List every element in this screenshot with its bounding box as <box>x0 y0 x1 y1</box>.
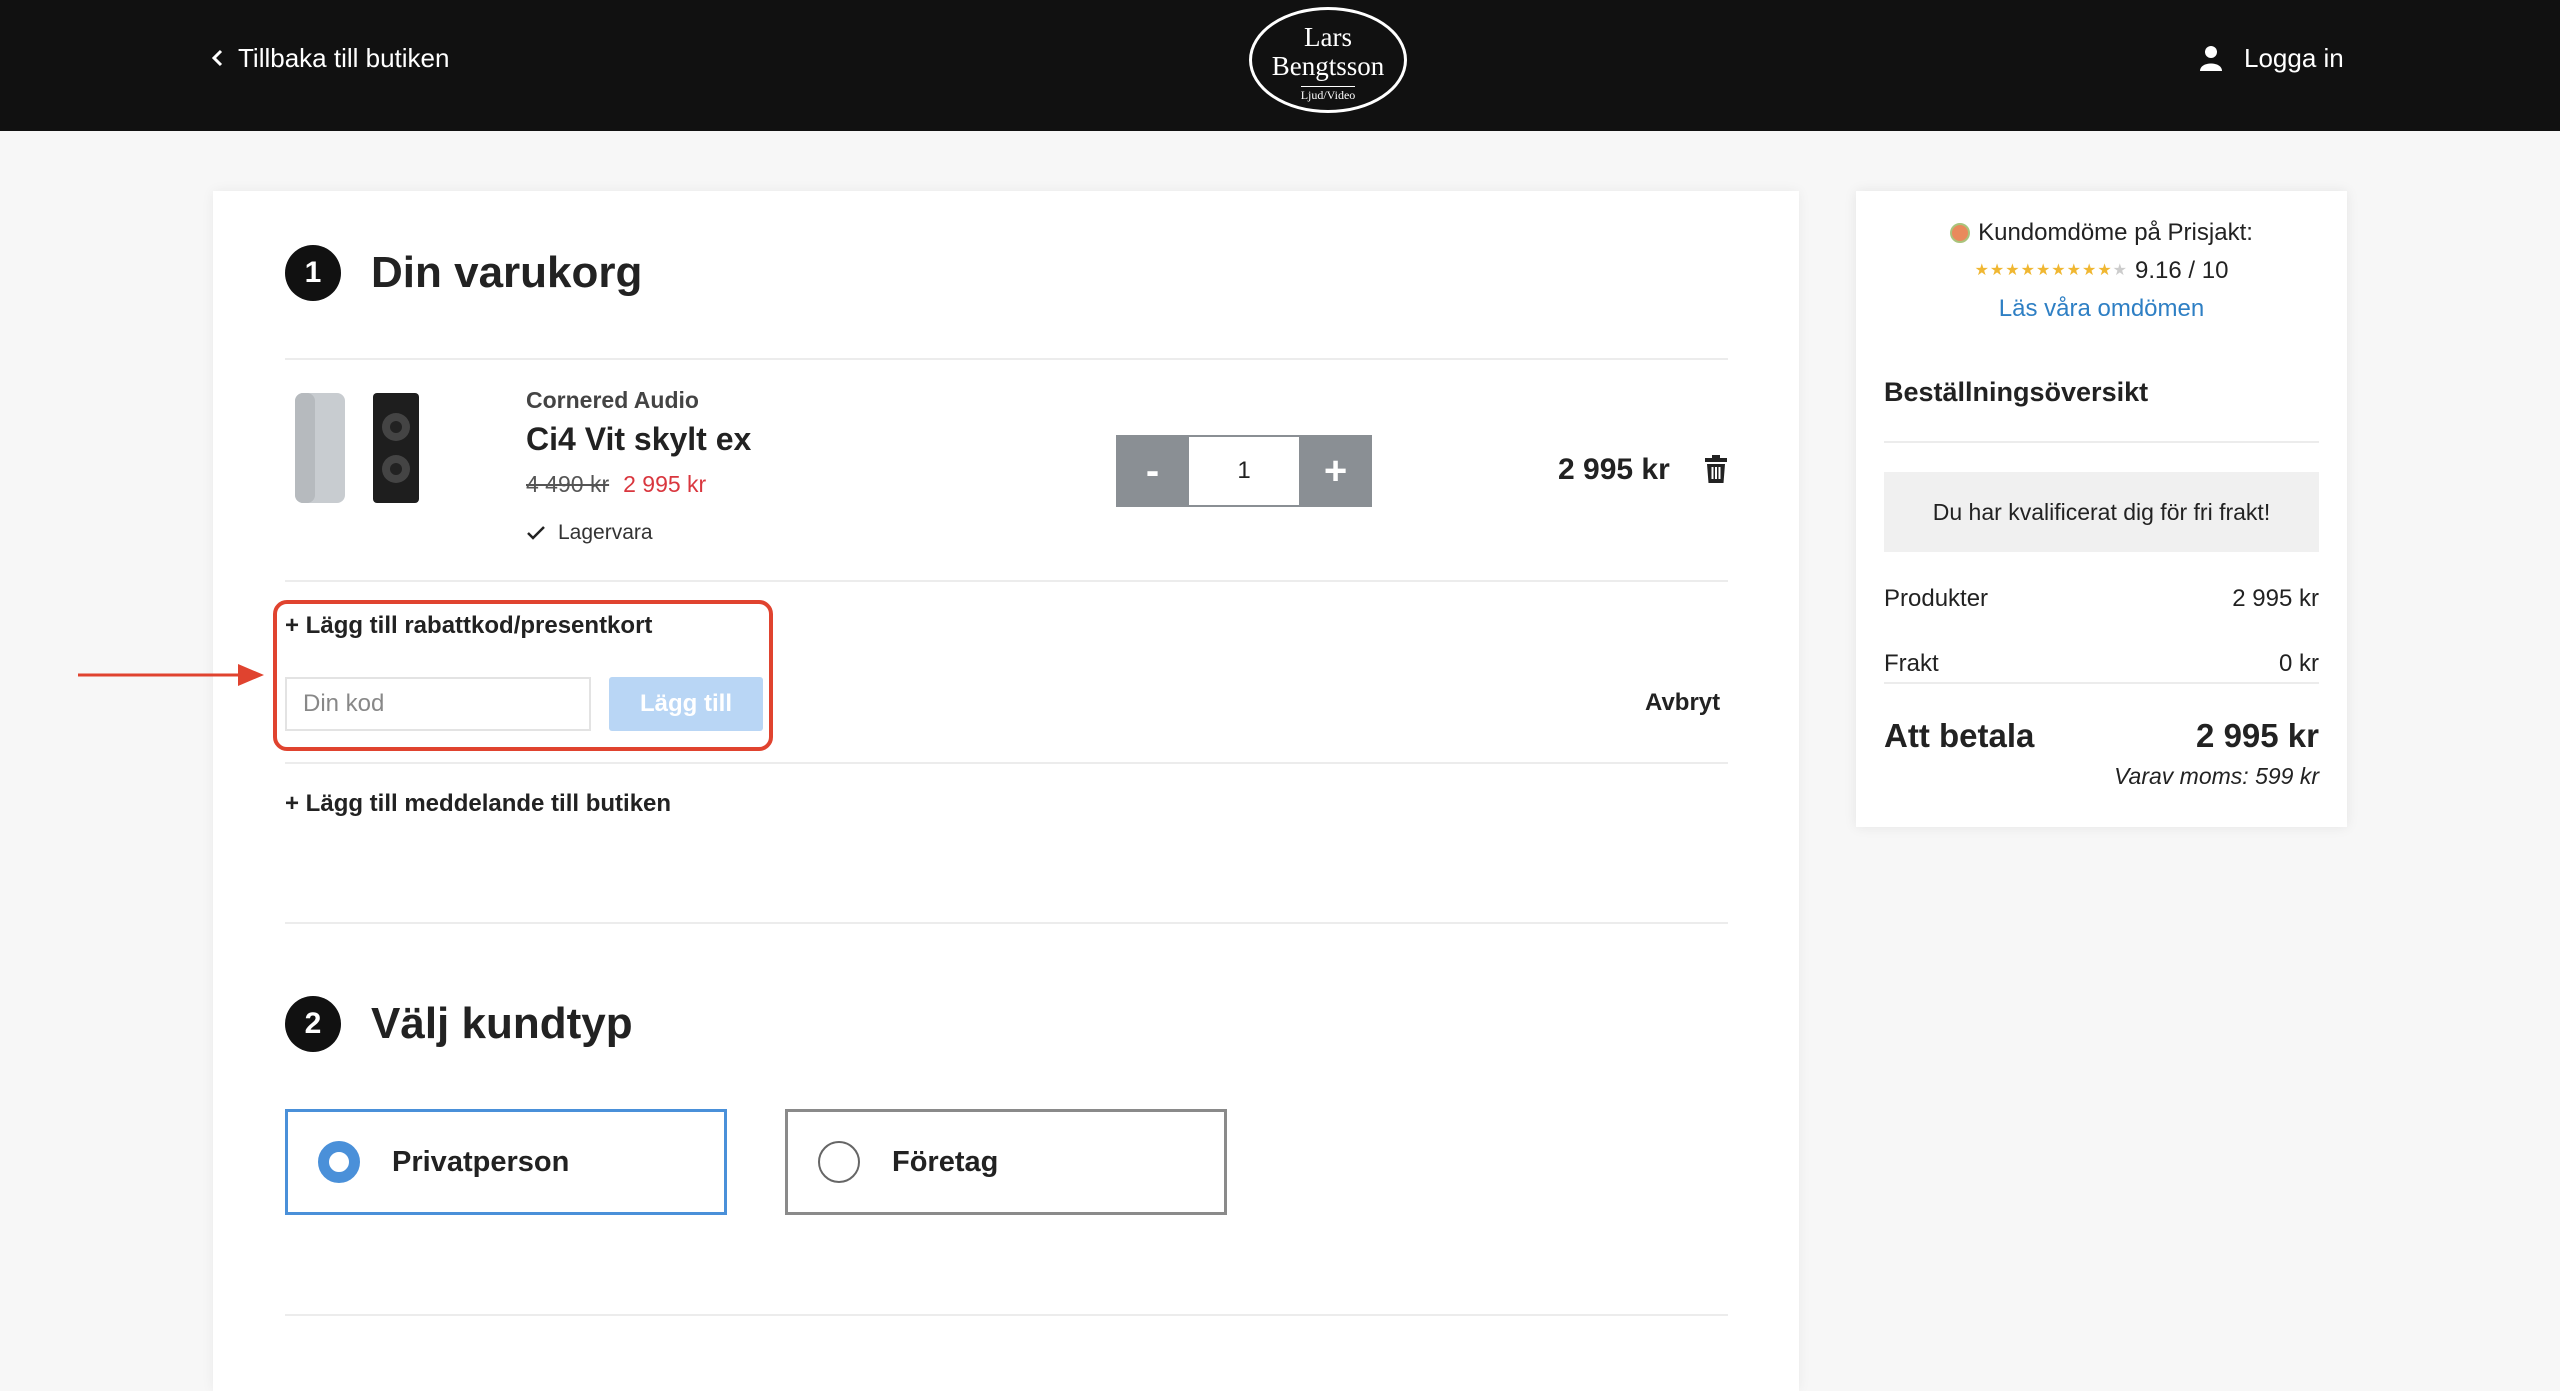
product-image <box>295 393 419 503</box>
quantity-input[interactable]: 1 <box>1189 435 1299 507</box>
read-reviews-link[interactable]: Läs våra omdömen <box>1856 295 2347 323</box>
apply-coupon-button[interactable]: Lägg till <box>609 677 763 731</box>
shipping-value: 0 kr <box>2278 650 2319 677</box>
star-icon: ★ <box>1989 262 2005 279</box>
step-number-badge: 2 <box>285 996 341 1052</box>
annotation-arrow-icon <box>78 664 264 686</box>
rating-stars-row: ★ ★ ★ ★ ★ ★ ★ ★ ★ ★ 9.16 / 10 <box>1856 257 2347 285</box>
total-row: Att betala 2 995 kr <box>1884 717 2319 755</box>
step-number-badge: 1 <box>285 245 341 301</box>
shipping-label: Frakt <box>1884 650 1939 677</box>
login-button[interactable]: Logga in <box>2200 38 2344 78</box>
stock-label: Lagervara <box>558 521 653 544</box>
rating-stars: ★ ★ ★ ★ ★ ★ ★ ★ ★ ★ <box>1975 263 2127 279</box>
total-label: Att betala <box>1884 717 2035 754</box>
star-icon: ★ <box>2097 262 2112 279</box>
prisjakt-rating-header: Kundomdöme på Prisjakt: <box>1856 219 2347 247</box>
customer-type-private-label: Privatperson <box>392 1145 570 1178</box>
divider <box>285 1314 1728 1316</box>
vat-note: Varav moms: 599 kr <box>2114 763 2319 789</box>
customer-type-company-label: Företag <box>892 1145 999 1178</box>
products-subtotal-row: Produkter 2 995 kr <box>1884 585 2319 613</box>
cancel-coupon-button[interactable]: Avbryt <box>1645 689 1720 717</box>
divider <box>285 762 1728 764</box>
order-summary-title: Beställningsöversikt <box>1884 377 2149 407</box>
customer-type-private-option[interactable]: Privatperson <box>285 1109 727 1215</box>
product-prices: 4 490 kr 2 995 kr <box>526 471 706 498</box>
cart-step-heading: 1 Din varukorg <box>285 245 642 301</box>
order-summary-panel: Kundomdöme på Prisjakt: ★ ★ ★ ★ ★ ★ ★ ★ ★ ★ 9.16 … <box>1856 191 2347 827</box>
shipping-row: Frakt 0 kr <box>1884 650 2319 678</box>
radio-unselected-icon <box>818 1141 860 1183</box>
chevron-left-icon <box>211 49 223 67</box>
divider <box>1884 441 2319 443</box>
stock-status: Lagervara <box>526 521 653 545</box>
add-message-toggle[interactable]: + Lägg till meddelande till butiken <box>285 790 671 818</box>
logo-text-first: Lars <box>1304 21 1352 52</box>
checkmark-icon <box>527 526 545 540</box>
star-icon: ★ <box>2051 262 2066 279</box>
star-icon: ★ <box>2081 262 2097 279</box>
products-label: Produkter <box>1884 585 1989 612</box>
star-icon: ★ <box>2066 262 2081 279</box>
customer-type-step-heading: 2 Välj kundtyp <box>285 996 633 1052</box>
top-navigation-bar: Tillbaka till butiken Lars Bengtsson Lju… <box>0 0 2560 131</box>
increase-quantity-button[interactable]: + <box>1299 435 1372 507</box>
back-to-store-label: Tillbaka till butiken <box>238 42 450 73</box>
decrease-quantity-button[interactable]: - <box>1116 435 1189 507</box>
divider <box>285 580 1728 582</box>
store-logo[interactable]: Lars Bengtsson Ljud/Video <box>1249 7 1407 113</box>
divider <box>285 358 1728 360</box>
coupon-code-input[interactable] <box>285 677 591 731</box>
star-icon: ★ <box>2035 262 2051 279</box>
product-name[interactable]: Ci4 Vit skylt ex <box>526 421 751 458</box>
divider <box>1884 682 2319 684</box>
rating-label: Kundomdöme på Prisjakt: <box>1978 219 2253 246</box>
star-icon: ★ <box>2112 262 2127 279</box>
line-total: 2 995 kr <box>1558 453 1670 486</box>
sale-price: 2 995 kr <box>623 471 707 497</box>
quantity-stepper: - 1 + <box>1116 435 1372 507</box>
star-icon: ★ <box>2020 262 2035 279</box>
free-shipping-notice: Du har kvalificerat dig för fri frakt! <box>1884 472 2319 552</box>
star-icon: ★ <box>2005 262 2020 279</box>
product-brand: Cornered Audio <box>526 387 699 413</box>
trash-icon[interactable] <box>1705 455 1727 483</box>
customer-type-title: Välj kundtyp <box>371 999 633 1048</box>
original-price: 4 490 kr <box>526 471 610 497</box>
add-coupon-toggle[interactable]: + Lägg till rabattkod/presentkort <box>285 612 652 640</box>
star-icon: ★ <box>1974 262 1989 279</box>
products-value: 2 995 kr <box>2232 585 2319 612</box>
total-value: 2 995 kr <box>2196 717 2319 754</box>
cart-title: Din varukorg <box>371 248 643 297</box>
back-to-store-link[interactable]: Tillbaka till butiken <box>210 40 449 76</box>
logo-text-last: Bengtsson <box>1271 50 1385 81</box>
radio-selected-icon <box>318 1141 360 1183</box>
logo-text-tagline: Ljud/Video <box>1300 85 1356 102</box>
prisjakt-icon <box>1950 223 1971 243</box>
customer-type-company-option[interactable]: Företag <box>785 1109 1227 1215</box>
user-icon <box>2200 46 2222 71</box>
checkout-card: 1 Din varukorg Cornered Audio Ci4 Vit sk… <box>213 191 1799 1391</box>
divider <box>285 922 1728 924</box>
rating-score: 9.16 / 10 <box>2135 257 2229 284</box>
login-label: Logga in <box>2244 42 2344 73</box>
